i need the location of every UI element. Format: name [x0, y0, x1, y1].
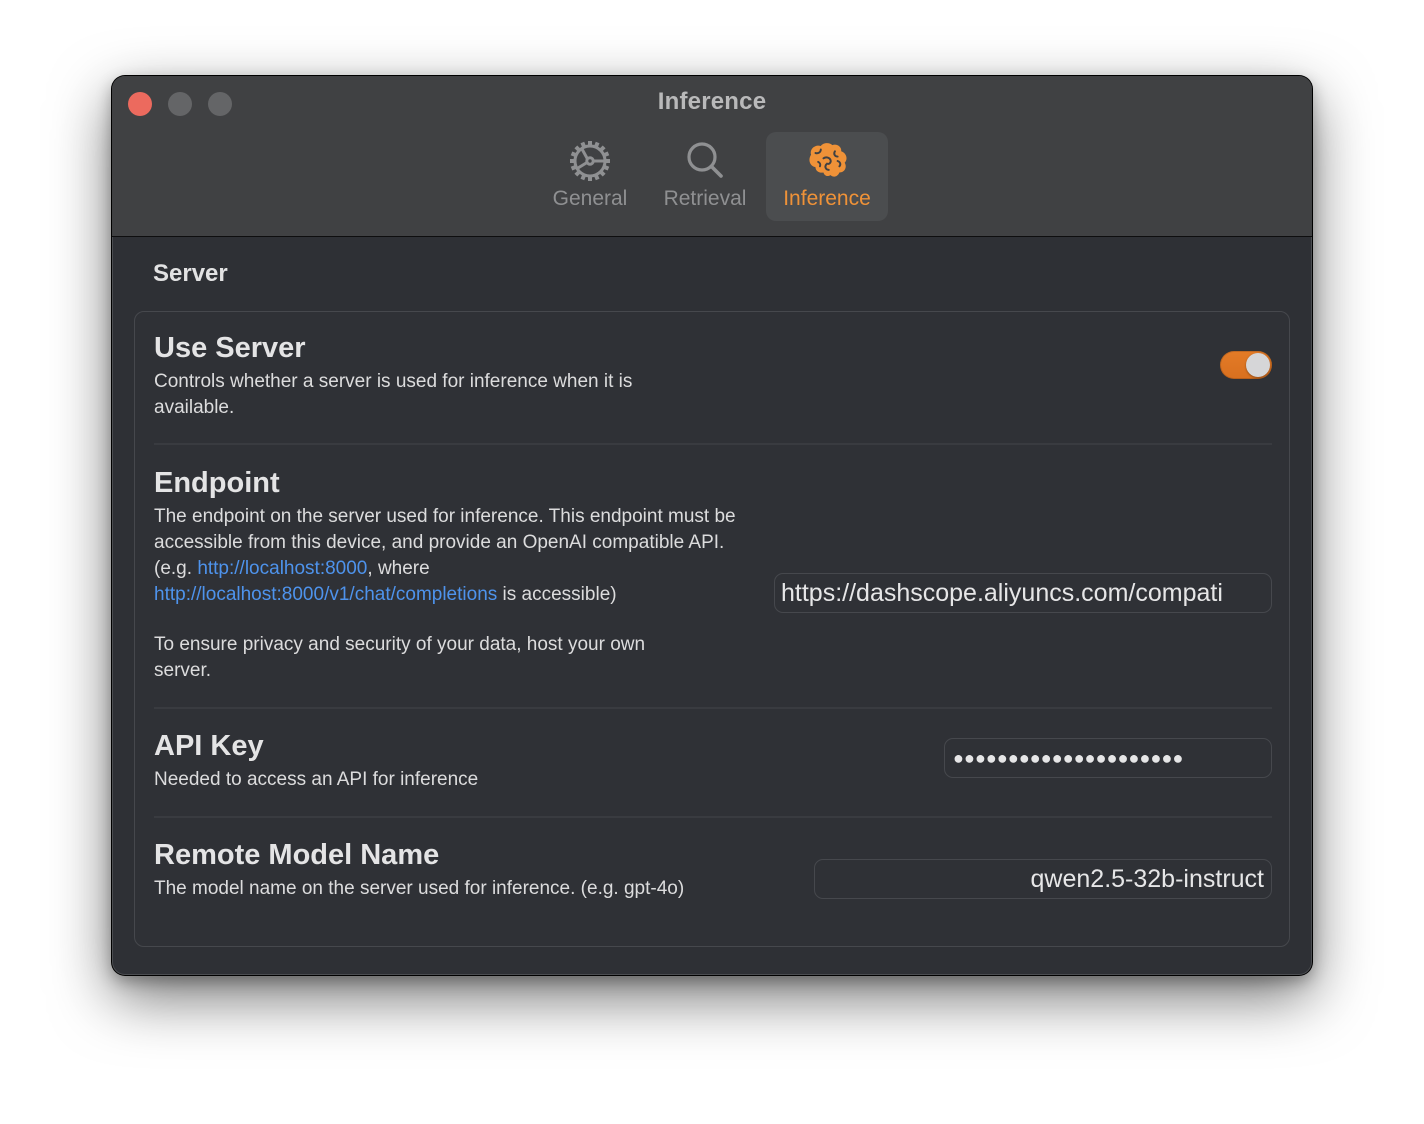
- endpoint-input[interactable]: https://dashscope.aliyuncs.com/compati: [774, 573, 1272, 613]
- toggle-knob: [1246, 353, 1270, 377]
- use-server-row: Use Server Controls whether a server is …: [154, 332, 1272, 442]
- brain-icon: [804, 138, 850, 184]
- tab-general[interactable]: General: [540, 132, 640, 221]
- divider: [154, 707, 1272, 709]
- endpoint-description: The endpoint on the server used for infe…: [154, 504, 754, 608]
- example-endpoint-link[interactable]: http://localhost:8000: [197, 558, 367, 579]
- use-server-description: Controls whether a server is used for in…: [154, 371, 633, 418]
- endpoint-desc-text: is accessible): [497, 584, 617, 605]
- model-name-input[interactable]: qwen2.5-32b-instruct: [814, 859, 1272, 899]
- endpoint-desc-text: , where: [367, 558, 430, 579]
- gear-icon: [567, 138, 613, 184]
- example-completions-link[interactable]: http://localhost:8000/v1/chat/completion…: [154, 584, 497, 605]
- use-server-toggle[interactable]: [1220, 351, 1272, 379]
- toolbar: Inference General Retrieval Inference: [112, 76, 1312, 237]
- tab-retrieval-label: Retrieval: [663, 187, 747, 210]
- magnifying-glass-icon: [682, 138, 728, 184]
- model-name-row: Remote Model Name The model name on the …: [154, 839, 1272, 934]
- tab-inference-label: Inference: [783, 187, 871, 210]
- api-key-input[interactable]: ●●●●●●●●●●●●●●●●●●●●●: [944, 738, 1272, 778]
- model-name-description: The model name on the server used for in…: [154, 878, 685, 899]
- endpoint-row: Endpoint The endpoint on the server used…: [154, 467, 1272, 697]
- divider: [154, 443, 1272, 445]
- window-title: Inference: [657, 88, 767, 115]
- tab-general-label: General: [552, 187, 628, 210]
- endpoint-title: Endpoint: [154, 467, 280, 499]
- tab-retrieval[interactable]: Retrieval: [653, 132, 757, 221]
- section-title: Server: [153, 260, 228, 287]
- server-settings-group: Use Server Controls whether a server is …: [134, 311, 1290, 947]
- use-server-title: Use Server: [154, 332, 306, 364]
- divider: [154, 816, 1272, 818]
- settings-window: Inference General Retrieval Inference Se…: [112, 76, 1312, 975]
- privacy-note: To ensure privacy and security of your d…: [154, 634, 646, 681]
- api-key-row: API Key Needed to access an API for infe…: [154, 730, 1272, 810]
- tab-inference[interactable]: Inference: [766, 132, 888, 221]
